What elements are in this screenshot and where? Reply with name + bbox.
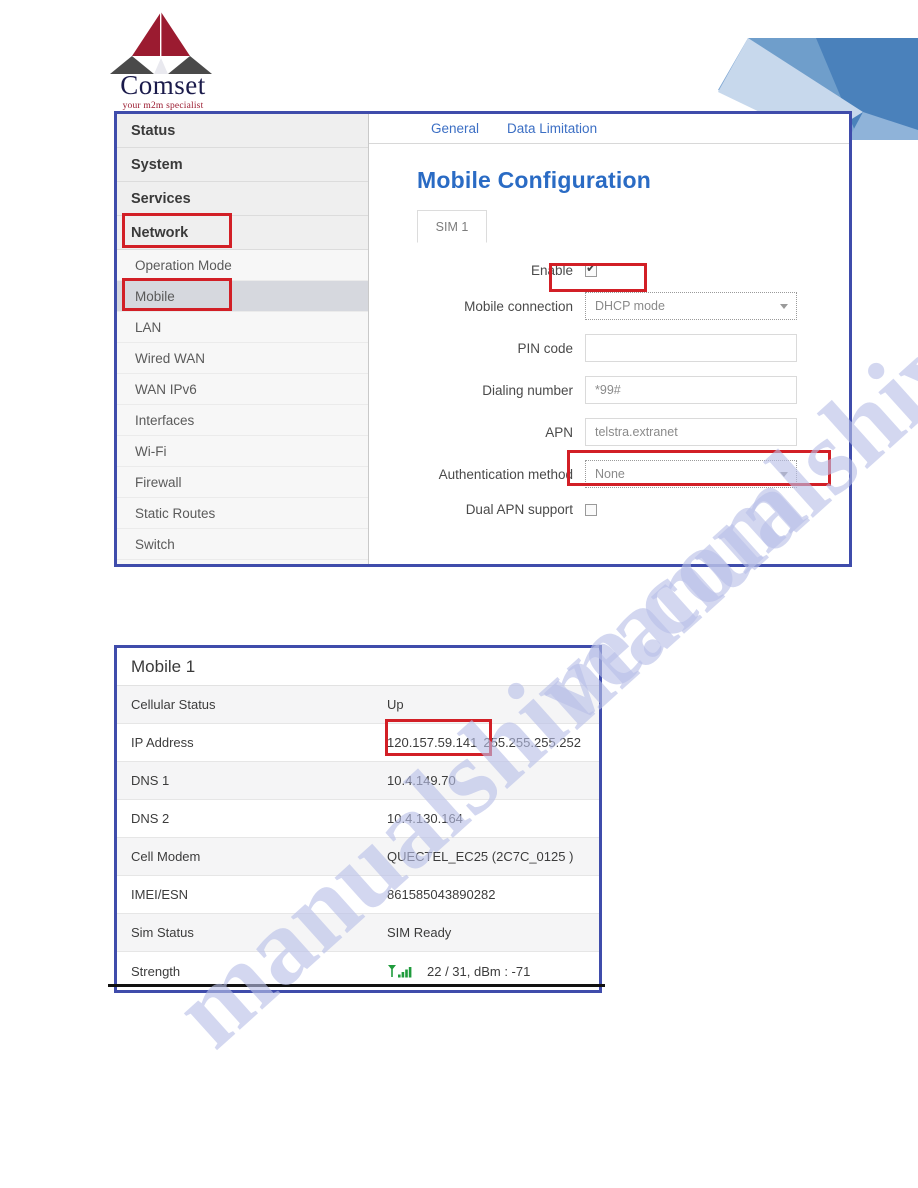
- sidebar-label-system: System: [131, 157, 183, 173]
- sidebar-item-firewall[interactable]: Firewall: [117, 467, 368, 498]
- sidebar-label-interfaces: Interfaces: [135, 413, 195, 428]
- router-ui-screenshot-panel: Status System Services Network Operation…: [114, 111, 852, 567]
- row-value: 10.4.130.164: [387, 811, 463, 826]
- table-row: Cellular Status Up: [117, 686, 599, 724]
- logo-triangle-mark: [110, 12, 212, 74]
- apn-input[interactable]: telstra.extranet: [585, 418, 797, 446]
- sidebar-item-switch[interactable]: Switch: [117, 529, 368, 560]
- sidebar-label-static-routes: Static Routes: [135, 506, 216, 521]
- table-row: DNS 1 10.4.149.70: [117, 762, 599, 800]
- sidebar-label-wan-ipv6: WAN IPv6: [135, 382, 197, 397]
- sidebar-item-wired-wan[interactable]: Wired WAN: [117, 343, 368, 374]
- dialing-number-value: *99#: [595, 383, 621, 397]
- row-key: IP Address: [131, 735, 194, 750]
- sidebar-label-firewall: Firewall: [135, 475, 182, 490]
- sidebar-label-wifi: Wi-Fi: [135, 444, 167, 459]
- comset-logo: Comset your m2m specialist: [104, 12, 222, 111]
- annotation-box-apn: [567, 450, 831, 486]
- form-row-apn: APN telstra.extranet: [369, 418, 849, 446]
- form-row-pin-code: PIN code: [369, 334, 849, 362]
- label-pin-code: PIN code: [517, 340, 573, 356]
- form-row-dialing-number: Dialing number *99#: [369, 376, 849, 404]
- router-content-area: General Data Limitation Mobile Configura…: [369, 114, 849, 564]
- table-row: IP Address 120.157.59.141 255.255.255.252: [117, 724, 599, 762]
- content-tabbar: General Data Limitation: [369, 114, 849, 144]
- tab-general[interactable]: General: [431, 121, 479, 136]
- annotation-box-enable: [549, 263, 647, 292]
- chevron-down-icon: [780, 304, 788, 309]
- row-key: IMEI/ESN: [131, 887, 189, 902]
- sidebar-label-status: Status: [131, 123, 176, 139]
- tab-data-limitation[interactable]: Data Limitation: [507, 121, 597, 136]
- annotation-box-ip-address: [385, 719, 492, 756]
- apn-value: telstra.extranet: [595, 425, 678, 439]
- row-value: SIM Ready: [387, 925, 452, 940]
- mobile-status-table: Mobile 1 Cellular Status Up IP Address 1…: [114, 645, 602, 993]
- label-dialing-number: Dialing number: [482, 382, 573, 398]
- row-value-netmask: 255.255.255.252: [483, 735, 581, 750]
- label-mobile-connection: Mobile connection: [464, 298, 573, 314]
- sidebar-label-services: Services: [131, 191, 191, 207]
- sidebar-label-switch: Switch: [135, 537, 175, 552]
- row-key: Strength: [131, 963, 181, 979]
- sidebar-item-operation-mode[interactable]: Operation Mode: [117, 250, 368, 281]
- table-row: DNS 2 10.4.130.164: [117, 800, 599, 838]
- form-row-mobile-connection: Mobile connection DHCP mode: [369, 292, 849, 320]
- router-sidebar: Status System Services Network Operation…: [117, 114, 369, 564]
- sidebar-item-wan-ipv6[interactable]: WAN IPv6: [117, 374, 368, 405]
- sidebar-label-wired-wan: Wired WAN: [135, 351, 205, 366]
- page-title: Mobile Configuration: [417, 167, 651, 193]
- table-caption: Mobile 1: [117, 648, 599, 686]
- mobile-connection-select[interactable]: DHCP mode: [585, 292, 797, 320]
- table-row: IMEI/ESN 861585043890282: [117, 876, 599, 914]
- sidebar-item-wifi[interactable]: Wi-Fi: [117, 436, 368, 467]
- row-value: QUECTEL_EC25 (2C7C_0125 ): [387, 849, 574, 864]
- dual-apn-support-checkbox[interactable]: [585, 503, 597, 516]
- label-apn: APN: [545, 424, 573, 440]
- sidebar-item-static-routes[interactable]: Static Routes: [117, 498, 368, 529]
- sidebar-item-status[interactable]: Status: [117, 114, 368, 148]
- row-key: DNS 1: [131, 773, 170, 788]
- annotation-box-network: [122, 213, 232, 248]
- row-key: DNS 2: [131, 811, 170, 826]
- pin-code-input[interactable]: [585, 334, 797, 362]
- sidebar-item-interfaces[interactable]: Interfaces: [117, 405, 368, 436]
- signal-bars-icon: [387, 964, 413, 978]
- row-key: Cell Modem: [131, 849, 201, 864]
- row-key: Cellular Status: [131, 697, 216, 712]
- page-bottom-rule: [108, 984, 605, 987]
- logo-tagline: your m2m specialist: [122, 101, 204, 111]
- annotation-box-mobile: [122, 278, 232, 311]
- row-value: 10.4.149.70: [387, 773, 456, 788]
- sidebar-item-system[interactable]: System: [117, 148, 368, 182]
- mobile-connection-value: DHCP mode: [595, 299, 665, 313]
- row-value: 22 / 31, dBm : -71: [427, 963, 531, 979]
- sidebar-label-lan: LAN: [135, 320, 162, 335]
- table-row: Sim Status SIM Ready: [117, 914, 599, 952]
- dialing-number-input[interactable]: *99#: [585, 376, 797, 404]
- sidebar-item-services[interactable]: Services: [117, 182, 368, 216]
- row-value: Up: [387, 697, 404, 712]
- logo-wordmark: Comset: [120, 70, 206, 100]
- table-row: Cell Modem QUECTEL_EC25 (2C7C_0125 ): [117, 838, 599, 876]
- sidebar-item-lan[interactable]: LAN: [117, 312, 368, 343]
- label-authentication-method: Authentication method: [438, 466, 573, 482]
- row-value: 861585043890282: [387, 887, 496, 902]
- sidebar-label-operation-mode: Operation Mode: [135, 258, 232, 273]
- label-dual-apn-support: Dual APN support: [465, 502, 573, 517]
- form-row-dual-apn-support: Dual APN support: [369, 502, 849, 517]
- row-key: Sim Status: [131, 925, 194, 940]
- tab-sim-1[interactable]: SIM 1: [417, 210, 487, 243]
